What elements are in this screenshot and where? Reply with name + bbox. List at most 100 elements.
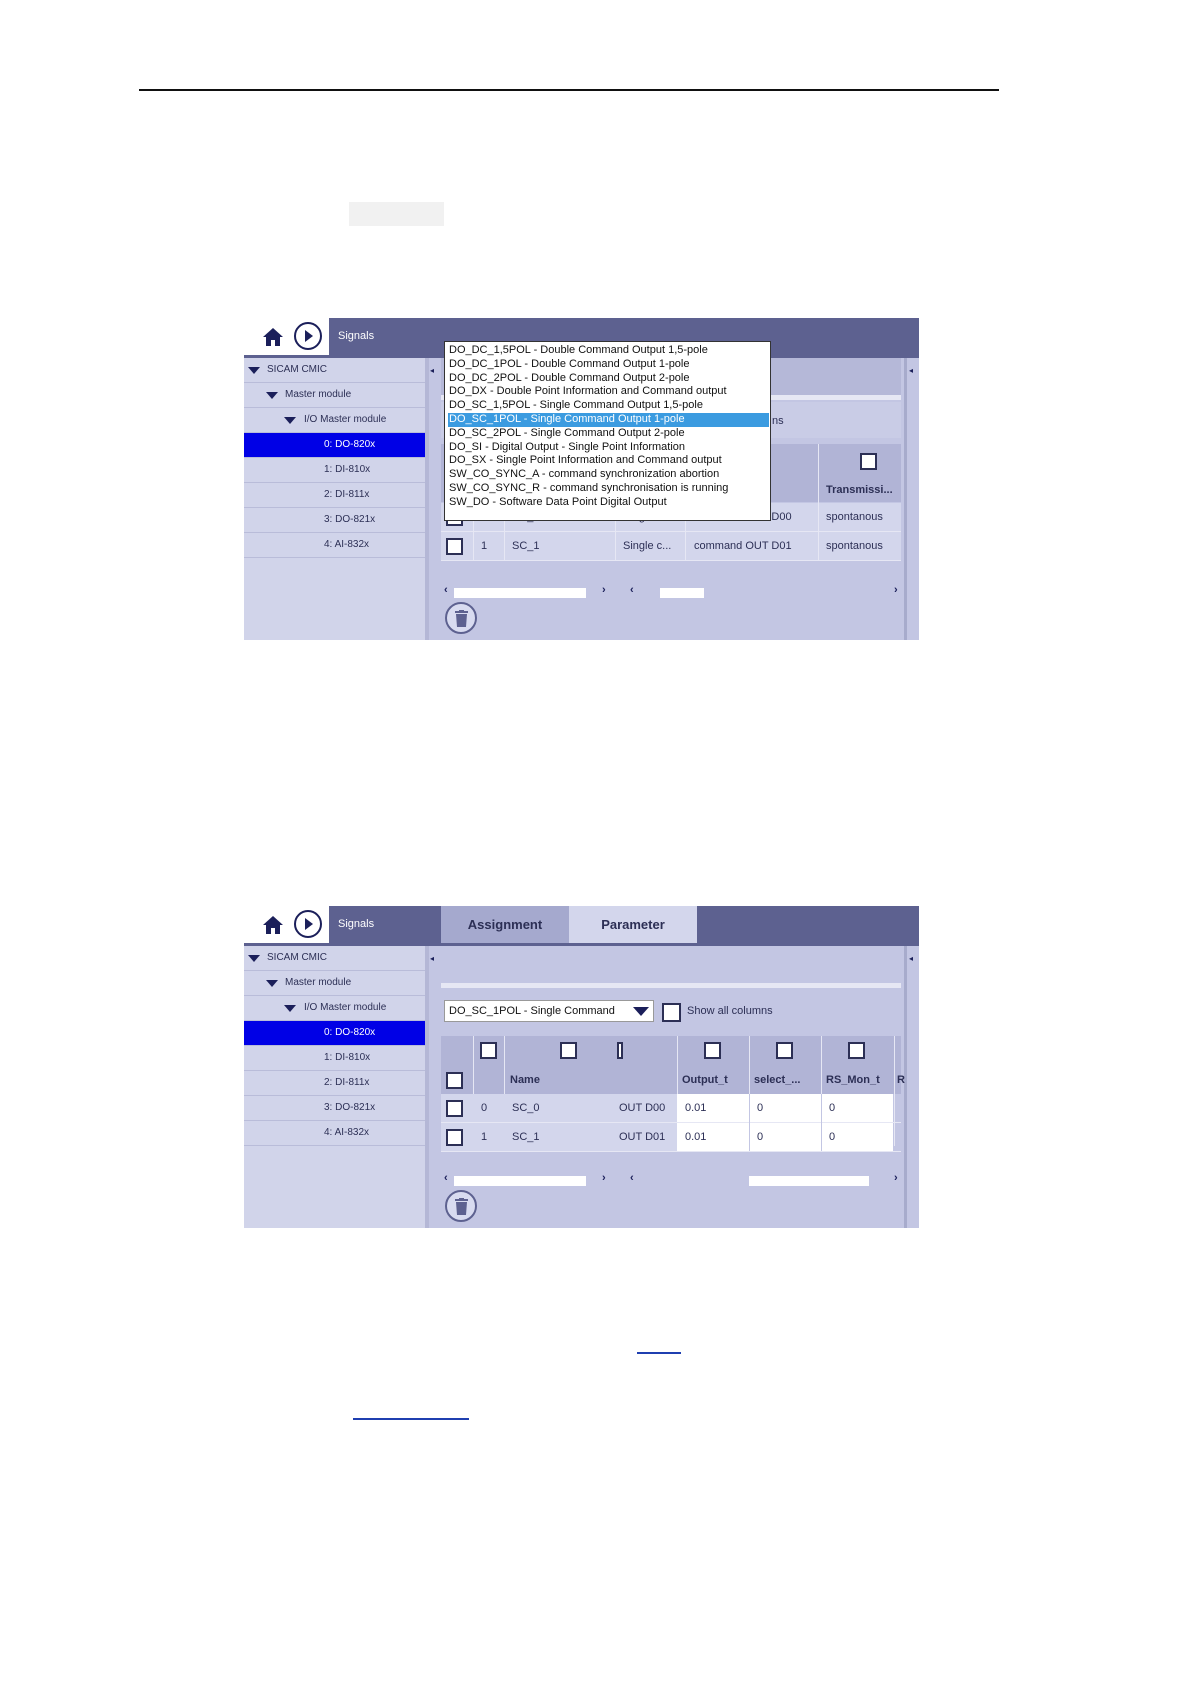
scroll-right-icon[interactable]: › <box>602 584 606 596</box>
tree-collapse-triangle-icon[interactable] <box>248 955 260 962</box>
link-underline[interactable] <box>637 1352 681 1354</box>
column-checkbox[interactable] <box>704 1042 721 1059</box>
module-tree: SICAM CMIC Master module I/O Master modu… <box>244 946 425 1228</box>
tree-collapse-triangle-icon[interactable] <box>248 367 260 374</box>
tab-assignment[interactable]: Assignment <box>441 906 569 943</box>
trash-icon <box>455 1198 468 1215</box>
scroll-right-icon[interactable]: › <box>602 1172 606 1184</box>
dropdown-option[interactable]: SW_DO - Software Data Point Digital Outp… <box>448 496 769 510</box>
cell-select[interactable]: 0 <box>752 1094 763 1122</box>
tree-item-ai-832x[interactable]: 4: AI-832x <box>244 1121 425 1146</box>
tree-item-di-810x[interactable]: 1: DI-810x <box>244 1046 425 1071</box>
link-underline[interactable] <box>353 1418 469 1420</box>
scroll-right-icon[interactable]: › <box>894 1172 898 1184</box>
tree-item-label: Master module <box>285 389 352 400</box>
dropdown-option[interactable]: DO_DC_1POL - Double Command Output 1-pol… <box>448 358 769 372</box>
trash-button[interactable] <box>445 602 477 634</box>
forward-circle-icon[interactable] <box>294 910 322 938</box>
show-all-checkbox[interactable] <box>662 1003 681 1022</box>
trash-button[interactable] <box>445 1190 477 1222</box>
header-output-t: Output_t <box>682 1074 728 1086</box>
cell-rs-mon-t[interactable]: 0 <box>824 1123 835 1151</box>
column-checkbox-partial[interactable] <box>617 1042 623 1059</box>
tree-item-do-820x[interactable]: 0: DO-820x <box>244 1021 425 1046</box>
tree-item-io-master-module[interactable]: I/O Master module <box>244 408 425 433</box>
home-icon[interactable] <box>262 915 284 935</box>
scroll-right-icon[interactable]: › <box>894 584 898 596</box>
scroll-left-icon[interactable]: ‹ <box>630 1172 634 1184</box>
tree-item-di-811x[interactable]: 2: DI-811x <box>244 1071 425 1096</box>
row-checkbox[interactable] <box>446 1100 463 1117</box>
row-divider <box>441 1151 901 1152</box>
highlight-box <box>349 202 444 226</box>
horizontal-scrollbar[interactable] <box>454 1176 586 1186</box>
forward-circle-icon[interactable] <box>294 322 322 350</box>
collapse-right-icon[interactable]: ◂ <box>909 954 913 963</box>
home-icon[interactable] <box>262 327 284 347</box>
tree-item-sicam-cmic[interactable]: SICAM CMIC <box>244 358 425 383</box>
tree-collapse-triangle-icon[interactable] <box>284 417 296 424</box>
horizontal-scrollbar[interactable] <box>454 588 586 598</box>
row-checkbox[interactable] <box>446 1129 463 1146</box>
collapse-right-icon[interactable]: ◂ <box>909 366 913 375</box>
column-checkbox[interactable] <box>560 1042 577 1059</box>
cell-select[interactable]: 0 <box>752 1123 763 1151</box>
column-checkbox[interactable] <box>860 453 877 470</box>
tree-item-master-module[interactable]: Master module <box>244 971 425 996</box>
column-checkbox[interactable] <box>848 1042 865 1059</box>
collapse-left-icon[interactable]: ◂ <box>430 366 434 375</box>
dropdown-option-selected[interactable]: DO_SC_1POL - Single Command Output 1-pol… <box>448 413 769 427</box>
dropdown-option[interactable]: SW_CO_SYNC_A - command synchronization a… <box>448 468 769 482</box>
header-r: R <box>897 1074 905 1086</box>
scroll-left-icon[interactable]: ‹ <box>444 1172 448 1184</box>
tree-item-io-master-module[interactable]: I/O Master module <box>244 996 425 1021</box>
cell-rs-mon-t[interactable]: 0 <box>824 1094 835 1122</box>
tree-item-do-821x[interactable]: 3: DO-821x <box>244 1096 425 1121</box>
column-checkbox[interactable] <box>480 1042 497 1059</box>
horizontal-scrollbar[interactable] <box>749 1176 869 1186</box>
splitter[interactable] <box>425 946 429 1228</box>
tree-collapse-triangle-icon[interactable] <box>284 1005 296 1012</box>
dropdown-option[interactable]: DO_DC_2POL - Double Command Output 2-pol… <box>448 372 769 386</box>
tree-item-label: 4: AI-832x <box>324 539 370 550</box>
tree-item-master-module[interactable]: Master module <box>244 383 425 408</box>
tree-item-di-810x[interactable]: 1: DI-810x <box>244 458 425 483</box>
collapse-left-icon[interactable]: ◂ <box>430 954 434 963</box>
row-checkbox[interactable] <box>446 538 463 555</box>
select-all-checkbox[interactable] <box>446 1072 463 1089</box>
dropdown-option[interactable]: DO_SC_1,5POL - Single Command Output 1,5… <box>448 399 769 413</box>
tree-item-do-820x[interactable]: 0: DO-820x <box>244 433 425 458</box>
signal-type-select[interactable]: DO_SC_1POL - Single Command <box>444 1000 654 1022</box>
column-checkbox[interactable] <box>776 1042 793 1059</box>
tree-item-label: I/O Master module <box>304 414 387 425</box>
dropdown-option[interactable]: SW_CO_SYNC_R - command synchronisation i… <box>448 482 769 496</box>
tree-item-sicam-cmic[interactable]: SICAM CMIC <box>244 946 425 971</box>
splitter[interactable] <box>425 358 429 640</box>
signal-type-dropdown-list[interactable]: DO_DC_1,5POL - Double Command Output 1,5… <box>444 341 771 521</box>
scroll-left-icon[interactable]: ‹ <box>444 584 448 596</box>
cell-name: SC_0 <box>512 1102 540 1114</box>
scroll-left-icon[interactable]: ‹ <box>630 584 634 596</box>
tree-collapse-triangle-icon[interactable] <box>266 392 278 399</box>
cell-index: 1 <box>481 1131 488 1143</box>
tab-parameter[interactable]: Parameter <box>569 906 697 943</box>
right-collapse-strip[interactable] <box>904 358 919 640</box>
dropdown-option[interactable]: DO_SX - Single Point Information and Com… <box>448 454 769 468</box>
dropdown-option[interactable]: DO_SC_2POL - Single Command Output 2-pol… <box>448 427 769 441</box>
tree-item-label: 2: DI-811x <box>324 1077 370 1088</box>
horizontal-scrollbar[interactable] <box>660 588 704 598</box>
cell-output-t[interactable]: 0.01 <box>680 1123 706 1151</box>
tree-collapse-triangle-icon[interactable] <box>266 980 278 987</box>
dropdown-caret-icon[interactable] <box>633 1007 649 1016</box>
tree-item-di-811x[interactable]: 2: DI-811x <box>244 483 425 508</box>
tree-item-ai-832x[interactable]: 4: AI-832x <box>244 533 425 558</box>
cell-output-t[interactable]: 0.01 <box>680 1094 706 1122</box>
home-area <box>244 318 329 355</box>
dropdown-option[interactable]: DO_SI - Digital Output - Single Point In… <box>448 441 769 455</box>
tree-item-do-821x[interactable]: 3: DO-821x <box>244 508 425 533</box>
tree-item-label: 4: AI-832x <box>324 1127 370 1138</box>
tree-item-label: 2: DI-811x <box>324 489 370 500</box>
dropdown-option[interactable]: DO_DC_1,5POL - Double Command Output 1,5… <box>448 344 769 358</box>
dropdown-option[interactable]: DO_DX - Double Point Information and Com… <box>448 385 769 399</box>
right-collapse-strip[interactable] <box>904 946 919 1228</box>
